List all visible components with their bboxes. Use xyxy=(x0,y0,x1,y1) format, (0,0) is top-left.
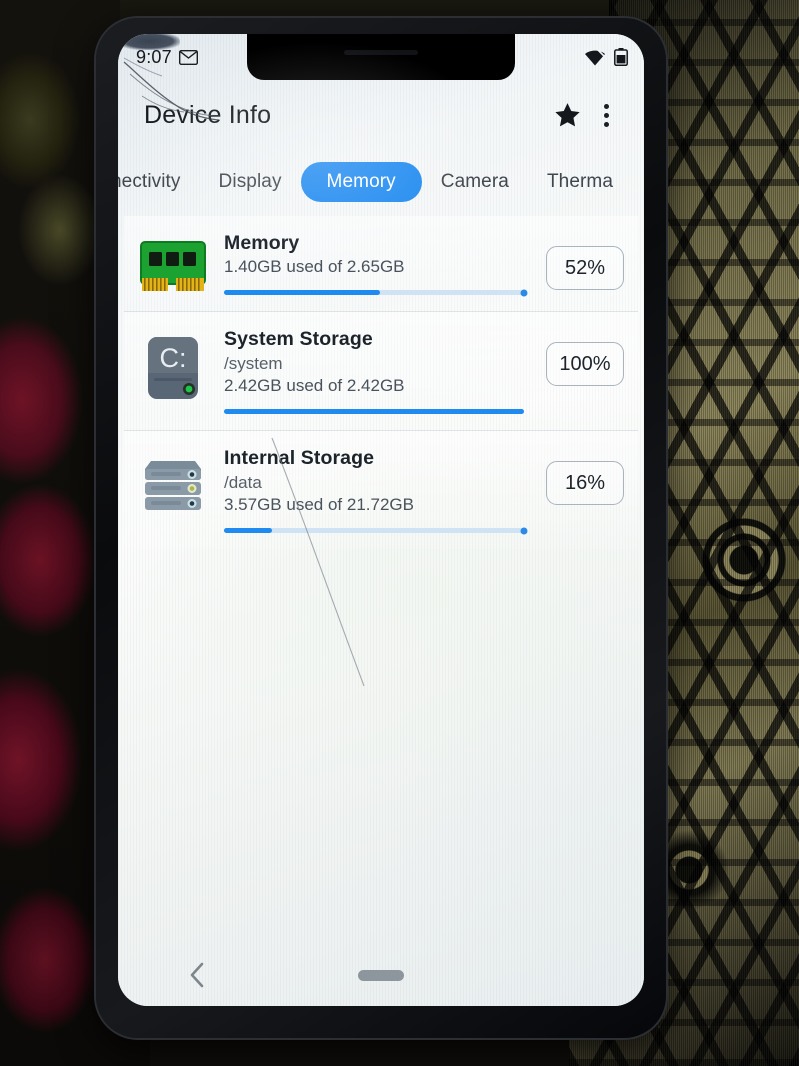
status-bar-left: 9:07 xyxy=(136,47,198,68)
svg-text:C:: C: xyxy=(160,343,187,373)
tab-camera[interactable]: Camera xyxy=(422,163,528,201)
list-item-title: Memory xyxy=(224,232,300,254)
more-vertical-icon-dot3 xyxy=(603,121,609,127)
list-item-body: Internal Storage /data 3.57GB used of 21… xyxy=(224,445,528,534)
list-item-usage: 1.40GB used of 2.65GB xyxy=(224,257,405,276)
star-icon xyxy=(554,103,580,127)
overflow-menu-button[interactable] xyxy=(588,94,624,136)
list-item-usage: 2.42GB used of 2.42GB xyxy=(224,376,405,395)
list-item-body: System Storage /system 2.42GB used of 2.… xyxy=(224,326,524,414)
list-item[interactable]: Memory 1.40GB used of 2.65GB 52% xyxy=(124,216,638,311)
progress-bar-fill xyxy=(224,409,524,414)
status-badge: 52% xyxy=(546,246,624,290)
list-item-title: System Storage xyxy=(224,328,373,350)
list-item[interactable]: Internal Storage /data 3.57GB used of 21… xyxy=(124,430,638,549)
list-item-body: Memory 1.40GB used of 2.65GB xyxy=(224,230,528,296)
progress-bar-fill xyxy=(224,528,272,533)
status-bar-right xyxy=(584,48,628,66)
list-item-icon-wrap xyxy=(138,445,208,519)
tab-connectivity[interactable]: nectivity xyxy=(118,163,200,201)
page-title: Device Info xyxy=(144,100,272,129)
progress-bar-fill xyxy=(224,290,380,295)
more-vertical-icon xyxy=(603,103,609,109)
phone-device: 9:07 Device Info ectivity Display Memory… xyxy=(96,18,666,1038)
status-badge: 16% xyxy=(546,461,624,505)
list-item-title: Internal Storage xyxy=(224,447,375,469)
list-item-usage: 3.57GB used of 21.72GB xyxy=(224,495,414,514)
more-vertical-icon-dot2 xyxy=(603,112,609,118)
favorite-button[interactable] xyxy=(546,94,588,136)
home-pill-icon[interactable] xyxy=(358,969,404,981)
progress-bar xyxy=(224,527,528,534)
tab-display[interactable]: Display xyxy=(200,163,301,201)
tab-thermal[interactable]: Therma xyxy=(528,163,632,201)
status-bar: 9:07 xyxy=(118,34,644,80)
battery-icon xyxy=(614,48,628,66)
status-bar-clock: 9:07 xyxy=(136,46,172,67)
gmail-icon xyxy=(178,49,198,65)
wifi-icon xyxy=(585,48,606,65)
tab-bar[interactable]: nectivity Display Memory Camera Therma xyxy=(118,154,644,210)
ram-module-icon xyxy=(140,241,206,291)
app-bar: Device Info xyxy=(118,80,644,150)
list-item-path: /data xyxy=(224,473,262,492)
list-item-icon-wrap xyxy=(138,230,208,294)
system-navigation-bar xyxy=(118,944,644,1006)
list-item-path: /system xyxy=(224,354,283,373)
phone-screen-area: 9:07 Device Info ectivity Display Memory… xyxy=(118,34,644,1006)
storage-stack-icon xyxy=(145,461,201,510)
hard-drive-c-icon: C: xyxy=(148,337,198,399)
status-badge: 100% xyxy=(546,342,624,386)
progress-bar xyxy=(224,289,528,296)
progress-bar xyxy=(224,409,524,414)
chevron-left-icon[interactable] xyxy=(188,961,206,989)
progress-bar-endpoint xyxy=(520,289,528,296)
list-item[interactable]: C: System Storage /system 2.42GB used of… xyxy=(124,311,638,430)
progress-bar-endpoint xyxy=(520,527,528,534)
list-item-icon-wrap: C: xyxy=(138,326,208,400)
tab-memory[interactable]: Memory xyxy=(300,162,422,202)
storage-list: Memory 1.40GB used of 2.65GB 52% C: Syst… xyxy=(118,216,644,549)
